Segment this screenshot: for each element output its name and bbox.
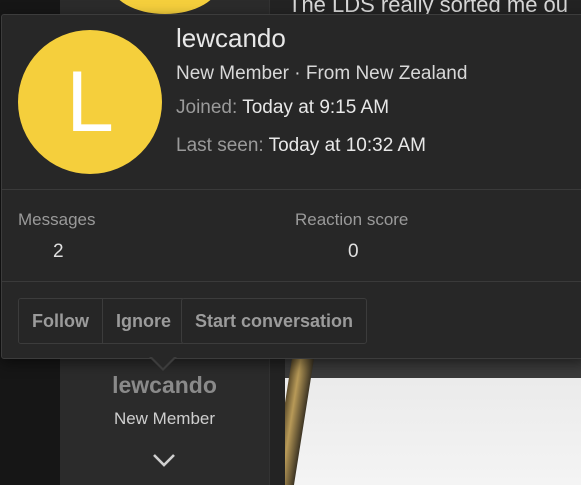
follow-ignore-group: Follow Ignore	[18, 298, 186, 344]
last-seen-label: Last seen:	[176, 135, 264, 156]
tooltip-pointer-fill	[151, 356, 175, 368]
start-conversation-button[interactable]: Start conversation	[181, 298, 368, 344]
last-seen-value: Today at 10:32 AM	[268, 135, 426, 156]
post-username[interactable]: lewcando	[60, 372, 269, 399]
post-user-role: New Member	[113, 409, 216, 428]
ignore-button[interactable]: Ignore	[102, 299, 185, 343]
member-avatar[interactable]: L	[18, 30, 162, 174]
member-tooltip: L lewcando New Member · From New Zealand…	[1, 14, 581, 359]
stat-messages-label: Messages	[18, 210, 96, 229]
post-image-frame	[285, 358, 315, 485]
stat-messages-value[interactable]: 2	[53, 241, 64, 263]
member-title: New Member · From New Zealand	[176, 63, 468, 84]
stat-reaction-label: Reaction score	[295, 210, 409, 229]
post-image-shadow	[285, 358, 581, 378]
stat-reaction-value[interactable]: 0	[348, 241, 359, 263]
member-username[interactable]: lewcando	[176, 23, 286, 54]
chevron-down-icon[interactable]	[150, 450, 178, 470]
member-last-seen: Last seen: Today at 10:32 AM	[176, 135, 426, 157]
joined-label: Joined:	[176, 97, 238, 118]
member-joined: Joined: Today at 9:15 AM	[176, 97, 389, 119]
post-image[interactable]	[285, 358, 581, 485]
divider	[2, 281, 581, 282]
divider	[2, 189, 581, 190]
follow-button[interactable]: Follow	[19, 299, 102, 343]
joined-value: Today at 9:15 AM	[242, 97, 390, 118]
